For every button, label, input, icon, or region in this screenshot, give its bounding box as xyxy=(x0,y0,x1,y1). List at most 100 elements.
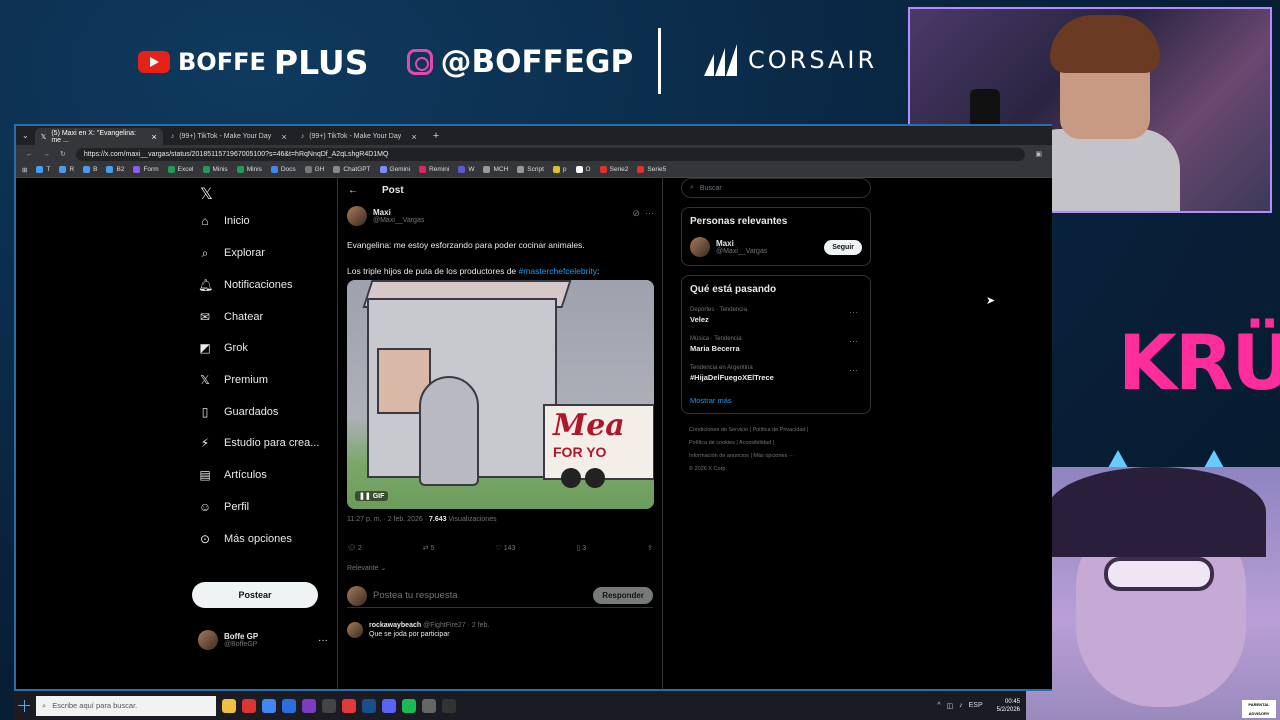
nav-item-explore[interactable]: ⌕ Explorar xyxy=(198,244,265,262)
bookmark-item[interactable]: Serie2 xyxy=(599,166,628,174)
tab-tiktok-1[interactable]: ♪ (99+) TikTok - Make Your Day × xyxy=(165,128,293,145)
nav-item-profile[interactable]: ☺ Perfil xyxy=(198,498,249,516)
lang-indicator[interactable]: ESP xyxy=(969,702,983,710)
nav-item-chat[interactable]: ✉ Chatear xyxy=(198,308,263,326)
nav-item-studio[interactable]: ⚡︎ Estudio para crea... xyxy=(198,434,320,452)
bookmark-item[interactable]: Minis xyxy=(202,166,228,174)
volume-icon[interactable]: ♪ xyxy=(959,702,963,710)
bookmark-item[interactable]: Excel xyxy=(167,166,194,174)
footer-line[interactable]: Información de anuncios | Más opciones ·… xyxy=(689,450,871,463)
show-more-link[interactable]: Mostrar más xyxy=(690,396,862,405)
bookmark-item[interactable]: Docs xyxy=(270,166,296,174)
bookmark-item[interactable]: Script xyxy=(517,166,544,174)
trend-item[interactable]: Música · Tendencia Maria Becerra ··· xyxy=(690,336,862,353)
reply-action[interactable]: 💬︎ 2 xyxy=(347,544,362,552)
close-tab-icon[interactable]: × xyxy=(411,132,416,142)
nav-item-more[interactable]: ⊙ Más opciones xyxy=(198,530,292,548)
extension-icon[interactable]: ▣ xyxy=(1035,150,1042,158)
nav-item-home[interactable]: ⌂ Inicio xyxy=(198,212,249,230)
post-author[interactable]: Maxi @Maxi__Vargas xyxy=(347,206,424,226)
bookmark-item[interactable]: T xyxy=(36,166,50,174)
app-icon[interactable] xyxy=(242,698,256,713)
bookmark-action[interactable]: ▯ 3 xyxy=(576,544,586,552)
bookmark-item[interactable]: R xyxy=(59,166,74,174)
bookmark-item[interactable]: GH xyxy=(304,166,324,174)
forward-icon[interactable]: → xyxy=(43,151,50,158)
new-tab-button[interactable]: + xyxy=(425,130,447,142)
more-options-icon[interactable]: ··· xyxy=(318,635,328,646)
like-action[interactable]: ♡ 143 xyxy=(495,544,515,552)
app-icon[interactable] xyxy=(322,698,336,713)
discord-icon[interactable] xyxy=(382,698,396,713)
more-options-icon[interactable]: ··· xyxy=(849,307,858,317)
back-arrow-icon[interactable]: ← xyxy=(348,185,358,196)
photoshop-icon[interactable] xyxy=(282,698,296,713)
tab-x-post[interactable]: 𝕏 (5) Maxi en X: "Evangelina: me ... × xyxy=(34,128,163,145)
x-logo-icon[interactable]: 𝕏 xyxy=(200,184,213,203)
close-tab-icon[interactable]: × xyxy=(151,132,156,142)
bookmark-item[interactable]: B2 xyxy=(106,166,124,174)
bookmark-item[interactable]: p xyxy=(552,166,567,174)
repost-action[interactable]: ⇄ 5 xyxy=(423,544,435,552)
taskbar-search[interactable]: ⌕ Escribe aquí para buscar. xyxy=(36,695,216,716)
reload-icon[interactable]: ↻ xyxy=(60,150,66,158)
gif-control[interactable]: ❚❚ GIF xyxy=(355,491,389,501)
reply-input[interactable]: Postea tu respuesta xyxy=(373,590,458,601)
nav-item-articles[interactable]: ▤ Artículos xyxy=(198,466,266,484)
nav-item-notifications[interactable]: 🔔︎ Notificaciones xyxy=(198,276,292,294)
bookmark-item[interactable]: W xyxy=(458,166,474,174)
relevant-person[interactable]: Maxi @Maxi__Vargas Seguir xyxy=(690,237,862,257)
close-tab-icon[interactable]: × xyxy=(281,132,286,142)
windows-start-icon[interactable] xyxy=(18,699,30,712)
steam-icon[interactable] xyxy=(362,698,376,713)
more-options-icon[interactable]: ··· xyxy=(849,365,858,375)
nav-item-bookmarks[interactable]: ▯ Guardados xyxy=(198,403,279,421)
youtube-icon xyxy=(138,51,170,73)
bookmark-item[interactable]: Gemini xyxy=(379,166,410,174)
app-icon[interactable] xyxy=(422,698,436,713)
share-icon[interactable]: ⇪ xyxy=(647,544,653,552)
taskbar-clock[interactable]: 00:45 5/2/2026 xyxy=(997,698,1026,714)
footer-line[interactable]: Política de cookies | Accesibilidad | xyxy=(689,437,871,450)
nav-item-premium[interactable]: 𝕏 Premium xyxy=(198,371,268,389)
chrome-icon[interactable] xyxy=(262,698,276,713)
back-icon[interactable]: ← xyxy=(26,151,33,158)
account-switcher[interactable]: Boffe GP @BoffeGP ··· xyxy=(198,630,328,650)
obs-icon[interactable] xyxy=(442,698,456,713)
bookmark-item[interactable]: O xyxy=(575,166,591,174)
app-icon[interactable] xyxy=(342,698,356,713)
bookmark-item[interactable]: Form xyxy=(133,166,159,174)
post-gif[interactable]: Mea FOR YO ❚❚ GIF xyxy=(347,280,654,509)
bookmark-item[interactable]: Serie5 xyxy=(637,166,666,174)
chevron-up-icon[interactable]: ^ xyxy=(937,702,940,710)
more-options-icon[interactable]: ··· xyxy=(849,336,858,346)
tab-tiktok-2[interactable]: ♪ (99+) TikTok - Make Your Day × xyxy=(295,128,423,145)
tab-menu-icon[interactable]: ⌄ xyxy=(22,131,29,140)
bookmark-item[interactable]: Remini xyxy=(419,166,449,174)
nav-item-grok[interactable]: ◩ Grok xyxy=(198,339,248,357)
bookmark-item[interactable]: MCH xyxy=(483,166,508,174)
bookmark-item[interactable]: B xyxy=(83,166,97,174)
url-input[interactable]: https://x.com/maxi__vargas/status/201851… xyxy=(75,147,1026,161)
bookmark-item[interactable]: ChatGPT xyxy=(333,166,371,174)
trend-item[interactable]: Tendencia en Argentina #HijaDelFuegoXElT… xyxy=(690,365,862,382)
search-input[interactable]: ⌕ Buscar xyxy=(681,178,871,198)
apps-icon[interactable]: ⊞ xyxy=(22,166,27,174)
spotify-icon[interactable] xyxy=(402,698,416,713)
file-explorer-icon[interactable] xyxy=(222,698,236,713)
footer-line[interactable]: Condiciones de Servicio | Política de Pr… xyxy=(689,424,871,437)
grok-icon[interactable]: ⊘ xyxy=(632,208,640,219)
hashtag-link[interactable]: #masterchefcelebrity xyxy=(519,266,597,276)
more-options-icon[interactable]: ··· xyxy=(645,208,654,218)
reply-button[interactable]: Responder xyxy=(593,587,653,604)
follow-button[interactable]: Seguir xyxy=(824,239,862,255)
post-button[interactable]: Postear xyxy=(192,582,318,608)
premiere-icon[interactable] xyxy=(302,698,316,713)
network-icon[interactable]: ◫ xyxy=(947,702,954,710)
sort-dropdown[interactable]: Relevante ⌄ xyxy=(347,564,386,572)
avatar xyxy=(347,622,363,638)
studio-icon: ⚡︎ xyxy=(200,436,210,450)
reply-item[interactable]: rockawaybeach @FightFire27 · 2 feb. Que … xyxy=(347,622,653,638)
trend-item[interactable]: Deportes · Tendencia Velez ··· xyxy=(690,307,862,324)
bookmark-item[interactable]: Minis xyxy=(236,166,262,174)
